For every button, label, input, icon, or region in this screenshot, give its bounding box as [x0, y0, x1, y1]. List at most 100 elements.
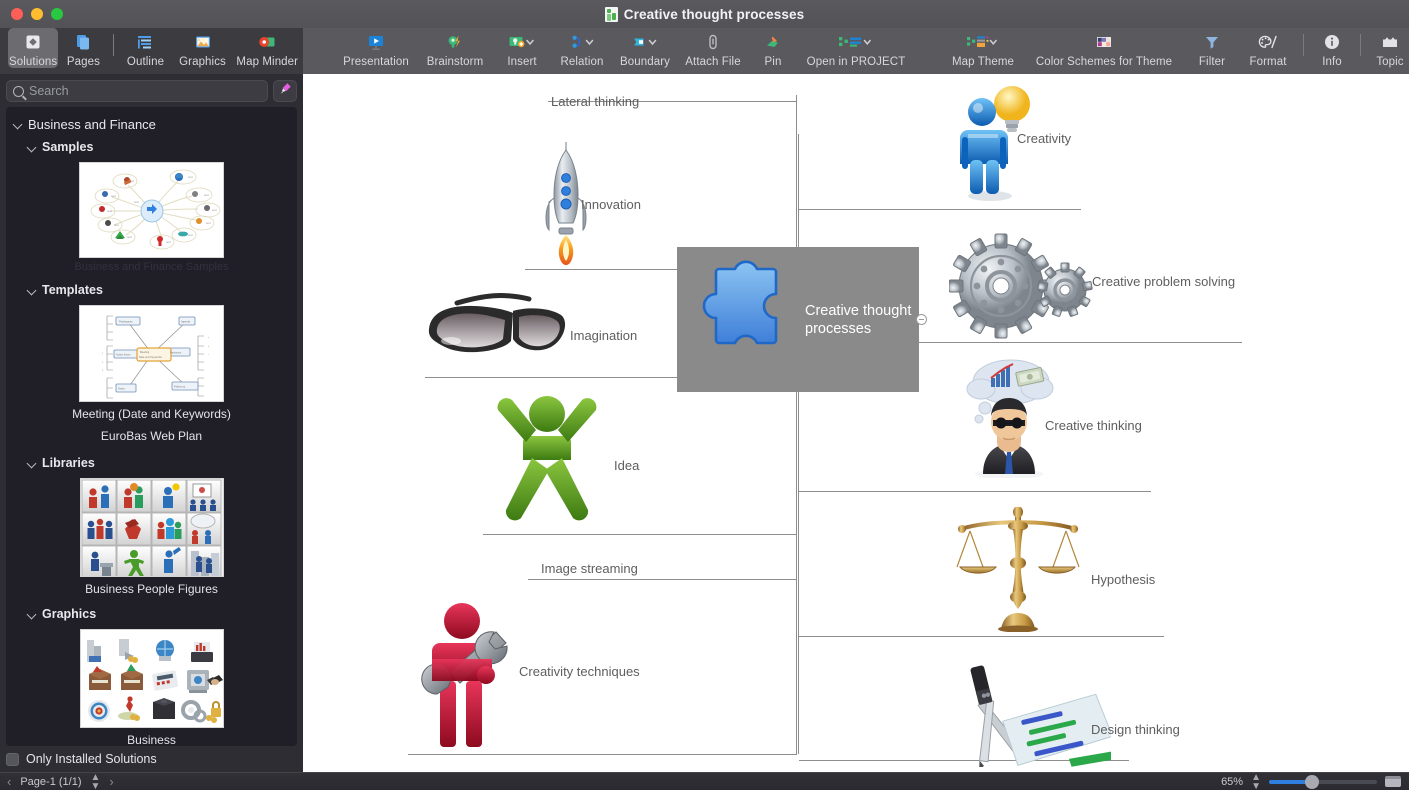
svg-text:1: 1 — [102, 353, 104, 355]
chevron-right-icon[interactable]: › — [109, 774, 113, 789]
tree-group-samples[interactable]: Samples — [6, 136, 297, 158]
pin-icon — [763, 31, 783, 53]
toolbar-button-color-schemes[interactable]: Color Schemes for Theme — [1021, 28, 1187, 68]
svg-text:text: text — [206, 221, 211, 225]
svg-text:2: 2 — [102, 362, 104, 364]
sidebar-item-samples-0[interactable]: text text text text text text text text text… — [6, 158, 297, 273]
zoom-slider-knob[interactable] — [1305, 774, 1319, 789]
node-label-creative-problem-solving[interactable]: Creative problem solving — [1092, 274, 1235, 289]
svg-text:a: a — [208, 337, 210, 339]
toolbar-button-outline[interactable]: Outline — [117, 28, 173, 68]
toolbar-label-filter: Filter — [1198, 56, 1226, 68]
sunglasses-icon — [425, 289, 575, 370]
sidebar-search-row: Search — [6, 78, 297, 104]
search-icon — [13, 85, 24, 97]
stepper-updown-icon[interactable]: ▲ ▼ — [91, 772, 101, 790]
svg-text:c: c — [208, 354, 210, 356]
toolbar-button-map-theme[interactable]: Map Theme — [945, 28, 1021, 68]
node-label-creativity-techniques[interactable]: Creativity techniques — [519, 664, 640, 679]
toolbar-label-map-minder: Map Minder — [236, 56, 299, 68]
brainstorm-icon — [444, 31, 466, 53]
zoom-slider[interactable] — [1269, 774, 1377, 789]
status-bar: ‹ Page-1 (1/1) ▲ ▼ › 65% ▲ ▼ — [0, 772, 1409, 790]
solutions-tree-panel[interactable]: Business and Finance Samples text text t… — [6, 107, 297, 746]
branch-line-creativity — [799, 209, 1081, 210]
chevron-down-icon[interactable] — [28, 286, 37, 295]
toolbar-button-solutions[interactable]: Solutions — [8, 28, 59, 68]
toolbar-button-topic[interactable]: Topic — [1365, 28, 1409, 68]
stamp-button[interactable] — [273, 80, 297, 102]
fit-page-icon[interactable] — [1385, 776, 1401, 787]
info-icon — [1322, 31, 1342, 53]
toolbar-label-format: Format — [1249, 56, 1287, 68]
people-figures-grid-thumbnail — [79, 478, 224, 577]
attach-file-icon — [703, 31, 723, 53]
toolbar-divider — [112, 34, 114, 56]
graphics-icon — [193, 31, 213, 53]
node-label-lateral-thinking[interactable]: Lateral thinking — [551, 94, 639, 109]
toolbar-label-insert: Insert — [507, 56, 537, 68]
only-installed-solutions-row[interactable]: Only Installed Solutions — [0, 746, 303, 772]
svg-text:Agenda: Agenda — [181, 320, 191, 324]
toolbar-button-pages[interactable]: Pages — [58, 28, 108, 68]
toolbar-label-attach-file: Attach File — [685, 56, 741, 68]
chevron-down-icon[interactable] — [28, 459, 37, 468]
sidebar-item-templates-1[interactable]: EuroBas Web Plan — [6, 429, 297, 443]
only-installed-checkbox[interactable] — [6, 752, 19, 766]
only-installed-label: Only Installed Solutions — [26, 752, 157, 766]
tree-group-label: Samples — [42, 140, 94, 154]
toolbar-label-relation: Relation — [560, 56, 604, 68]
central-topic[interactable]: Creative thought processes — [677, 247, 919, 392]
toolbar-button-graphics[interactable]: Graphics — [174, 28, 232, 68]
green-figure-icon — [486, 392, 608, 534]
sidebar-item-libraries-0[interactable]: Business People Figures — [6, 474, 297, 596]
tree-node-business-and-finance[interactable]: Business and Finance — [6, 113, 297, 136]
toolbar-button-open-in-project[interactable]: Open in PROJECT — [797, 28, 915, 68]
chevron-down-icon[interactable] — [14, 120, 23, 129]
toolbar-button-info[interactable]: Info — [1308, 28, 1356, 68]
zoom-stepper-icon[interactable]: ▲ ▼ — [1251, 772, 1261, 790]
mindmap-canvas[interactable]: Creative thought processes Lateral think… — [303, 74, 1409, 772]
toolbar-button-attach-file[interactable]: Attach File — [677, 28, 749, 68]
sidebar-item-templates-0[interactable]: Meeting Date and Keywords Participants Age… — [6, 301, 297, 421]
toolbar-button-format[interactable]: Format — [1237, 28, 1299, 68]
search-placeholder: Search — [29, 84, 69, 98]
node-label-idea[interactable]: Idea — [614, 458, 639, 473]
topic-icon — [1379, 31, 1401, 53]
toolbar-button-map-minder[interactable]: Map Minder — [232, 28, 304, 68]
branch-line-creative-thinking — [799, 491, 1151, 492]
tree-group-templates[interactable]: Templates — [6, 279, 297, 301]
search-input[interactable]: Search — [6, 80, 268, 102]
toolbar-button-pin[interactable]: Pin — [749, 28, 797, 68]
sidebar-item-graphics-0[interactable]: Business — [6, 625, 297, 746]
toolbar-divider-3 — [1360, 34, 1361, 56]
svg-text:text: text — [212, 208, 217, 212]
insert-icon — [507, 31, 537, 53]
chevron-left-icon[interactable]: ‹ — [7, 774, 11, 789]
svg-text:Notes: Notes — [118, 387, 125, 391]
chevron-down-icon[interactable] — [28, 143, 37, 152]
balance-scale-icon — [953, 506, 1083, 637]
node-label-creativity[interactable]: Creativity — [1017, 131, 1071, 146]
svg-text:text: text — [127, 235, 132, 239]
toolbar-button-relation[interactable]: Relation — [551, 28, 613, 68]
node-label-image-streaming[interactable]: Image streaming — [541, 561, 638, 576]
toolbar-button-filter[interactable]: Filter — [1187, 28, 1237, 68]
tree-group-graphics[interactable]: Graphics — [6, 603, 297, 625]
node-label-design-thinking[interactable]: Design thinking — [1091, 722, 1180, 737]
toolbar-button-boundary[interactable]: Boundary — [613, 28, 677, 68]
tree-group-libraries[interactable]: Libraries — [6, 452, 297, 474]
node-label-imagination[interactable]: Imagination — [570, 328, 637, 343]
toolbar-button-brainstorm[interactable]: Brainstorm — [417, 28, 493, 68]
toolbar-button-presentation[interactable]: Presentation — [335, 28, 417, 68]
toolbar-button-insert[interactable]: Insert — [493, 28, 551, 68]
chevron-down-icon[interactable] — [28, 610, 37, 619]
node-label-innovation[interactable]: Innovation — [581, 197, 641, 212]
toolbar-right-group: Presentation Brainstorm Insert Relation … — [303, 28, 1409, 74]
svg-text:Meeting: Meeting — [140, 350, 150, 354]
node-label-hypothesis[interactable]: Hypothesis — [1091, 572, 1155, 587]
collapse-minus-icon[interactable] — [916, 314, 927, 325]
node-label-creative-thinking[interactable]: Creative thinking — [1045, 418, 1142, 433]
gears-icon — [948, 232, 1095, 347]
filter-icon — [1202, 31, 1222, 53]
